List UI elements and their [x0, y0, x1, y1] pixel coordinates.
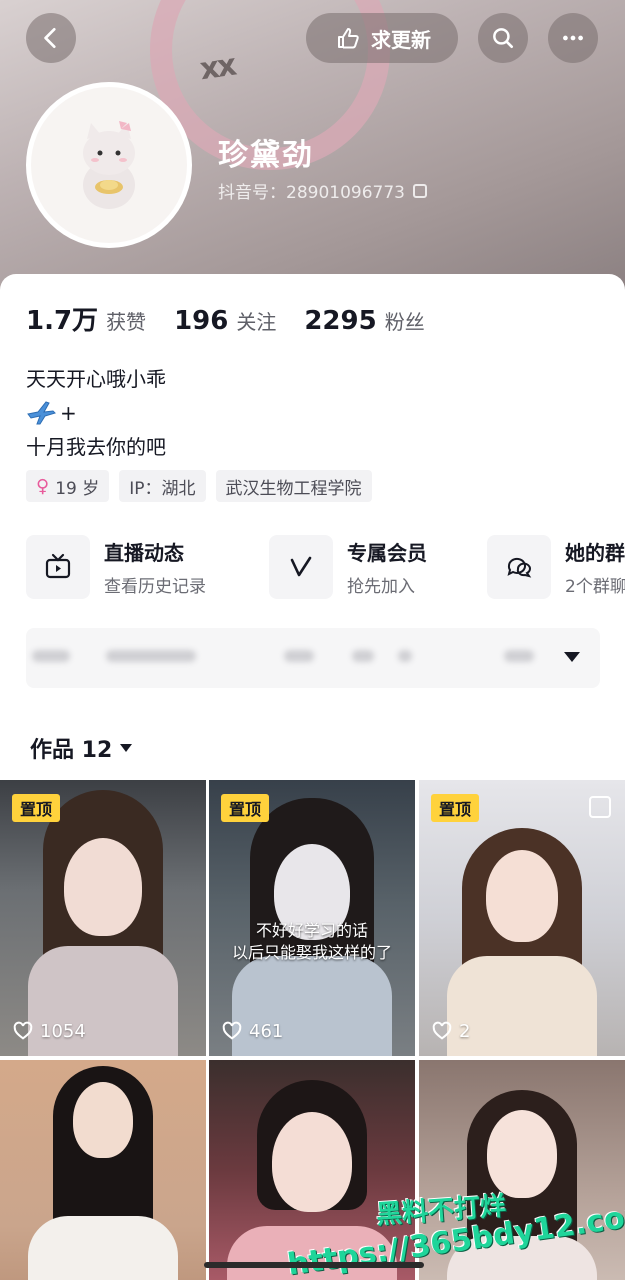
nickname: 珍黛劲 [218, 138, 314, 173]
stat-followers-label: 粉丝 [384, 310, 425, 334]
heart-icon [222, 1021, 242, 1040]
like-count: 1054 [12, 1020, 86, 1042]
search-icon [493, 28, 514, 49]
video-thumbnail-face [486, 850, 558, 942]
video-tile[interactable]: 置顶 不好好学习的话 以后只能娶我这样的了 461 [209, 780, 415, 1056]
like-count-text: 1054 [40, 1020, 86, 1042]
search-button[interactable] [478, 13, 528, 63]
bio-line-2: + [26, 396, 166, 430]
blurred-content [352, 650, 374, 662]
more-button[interactable] [548, 13, 598, 63]
pinned-info-bar[interactable] [26, 628, 600, 688]
age-tag-text: 19 岁 [55, 478, 100, 499]
video-thumbnail-body [28, 1216, 178, 1280]
stat-likes-count: 1.7万 [26, 306, 99, 336]
request-update-button[interactable]: 求更新 [306, 13, 458, 63]
works-tab[interactable]: 作品 12 [30, 732, 133, 764]
heart-icon [13, 1021, 33, 1040]
pointing-hand-icon [338, 28, 359, 49]
chevron-left-icon [44, 27, 56, 49]
heart-icon [432, 1021, 452, 1040]
caret-down-icon [120, 744, 133, 752]
video-thumbnail-face [487, 1110, 557, 1198]
cover-sticker: xx [197, 47, 237, 88]
home-indicator[interactable] [204, 1262, 424, 1268]
works-tab-label: 作品 12 [30, 738, 113, 763]
stat-followers-count: 2295 [304, 306, 377, 336]
like-count: 2 [431, 1020, 470, 1042]
douyin-id[interactable]: 抖音号：28901096773 [218, 178, 427, 203]
pinned-badge: 置顶 [12, 794, 61, 822]
school-tag[interactable]: 武汉生物工程学院 [215, 470, 372, 502]
membership-sub: 抢先加入 [347, 577, 415, 597]
stat-followers[interactable]: 2295 粉丝 [304, 306, 424, 336]
bio-line-3: 十月我去你的吧 [26, 435, 166, 459]
like-count-text: 461 [249, 1020, 284, 1042]
video-thumbnail-face [73, 1082, 133, 1158]
bio-line-1: 天天开心哦小乖 [26, 367, 166, 391]
profile-tags: ♀ 19 岁 IP：湖北 武汉生物工程学院 [26, 470, 372, 502]
age-tag: ♀ 19 岁 [26, 470, 110, 502]
blurred-content [284, 650, 314, 662]
stat-following-label: 关注 [236, 310, 277, 334]
video-tile[interactable] [0, 1060, 206, 1280]
feature-entries: 直播动态 查看历史记录 专属会员 抢先加入 她的群 2个群聊 [26, 532, 625, 602]
live-history-entry[interactable]: 直播动态 查看历史记录 [26, 532, 206, 602]
video-tile[interactable]: 置顶 1054 [0, 780, 206, 1056]
stat-likes-label: 获赞 [106, 310, 147, 334]
video-tile[interactable]: 置顶 2 [419, 780, 625, 1056]
group-chat-entry[interactable]: 她的群 2个群聊 [487, 532, 625, 602]
ip-tag: IP：湖北 [119, 470, 206, 502]
airplane-icon [27, 401, 56, 425]
request-update-label: 求更新 [371, 27, 431, 52]
bio-line-2-text: + [60, 401, 77, 425]
back-button[interactable] [26, 13, 76, 63]
video-thumbnail-face [272, 1112, 352, 1212]
like-count: 461 [221, 1020, 283, 1042]
stat-likes[interactable]: 1.7万 获赞 [26, 300, 146, 337]
group-chat-sub: 2个群聊 [565, 577, 625, 597]
live-history-title: 直播动态 [104, 541, 184, 565]
like-count-text: 2 [459, 1020, 471, 1042]
blurred-content [398, 650, 412, 662]
pinned-badge: 置顶 [221, 794, 270, 822]
profile-stats: 1.7万 获赞 196 关注 2295 粉丝 [26, 300, 425, 337]
stat-following-count: 196 [174, 306, 229, 336]
female-icon: ♀ [36, 475, 50, 497]
live-history-sub: 查看历史记录 [104, 577, 206, 597]
avatar-image [31, 87, 187, 243]
avatar[interactable] [26, 82, 192, 248]
stat-following[interactable]: 196 关注 [174, 306, 276, 336]
video-thumbnail-face [64, 838, 142, 936]
video-caption: 不好好学习的话 以后只能娶我这样的了 [231, 921, 392, 962]
pinned-badge: 置顶 [431, 794, 480, 822]
membership-title: 专属会员 [347, 541, 427, 565]
blurred-content [32, 650, 70, 662]
more-dots-icon [563, 35, 583, 41]
chat-bubbles-icon [487, 535, 551, 599]
group-chat-title: 她的群 [565, 541, 625, 565]
douyin-id-text: 抖音号：28901096773 [218, 183, 405, 203]
vip-v-icon [269, 535, 333, 599]
tv-icon [26, 535, 90, 599]
membership-entry[interactable]: 专属会员 抢先加入 [269, 532, 427, 602]
bio: 天天开心哦小乖 + 十月我去你的吧 [26, 362, 166, 464]
blurred-content [504, 650, 534, 662]
expand-caret-icon[interactable] [564, 652, 580, 662]
copy-icon[interactable] [412, 183, 427, 198]
blurred-content [106, 650, 196, 662]
multi-image-icon [589, 796, 611, 818]
